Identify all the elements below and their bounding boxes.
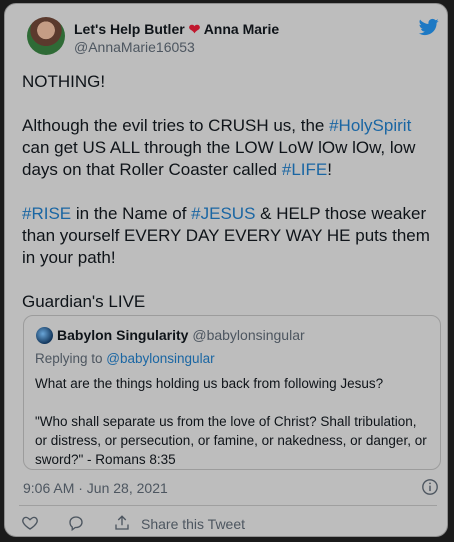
text-segment: Although the evil tries to CRUSH us, the — [22, 116, 330, 135]
text-segment: can get US ALL through the LOW LoW lOw l… — [22, 138, 416, 179]
author-name-part2: Anna Marie — [203, 21, 280, 37]
hashtag-life[interactable]: #LIFE — [282, 160, 327, 179]
quoted-tweet[interactable]: Babylon Singularity @babylonsingular Rep… — [23, 315, 441, 470]
tweet-card: Let's Help Butler ❤ Anna Marie @AnnaMari… — [4, 3, 448, 537]
quoted-author-name: Babylon Singularity — [57, 327, 189, 343]
hashtag-jesus[interactable]: #JESUS — [191, 204, 255, 223]
quoted-line-1: What are the things holding us back from… — [35, 376, 384, 391]
heart-emoji: ❤ — [188, 21, 201, 37]
text-segment: ! — [327, 160, 332, 179]
info-icon[interactable] — [421, 478, 439, 496]
tweet-paragraph-3: #RISE in the Name of #JESUS & HELP those… — [22, 203, 437, 269]
quoted-line-2: "Who shall separate us from the love of … — [35, 414, 427, 467]
tweet-paragraph-2: Although the evil tries to CRUSH us, the… — [22, 115, 437, 181]
quoted-author-handle: @babylonsingular — [192, 327, 305, 343]
replying-prefix: Replying to — [35, 351, 107, 366]
hashtag-holyspirit[interactable]: #HolySpirit — [329, 116, 411, 135]
avatar[interactable] — [27, 17, 65, 55]
author-name[interactable]: Let's Help Butler ❤ Anna Marie — [74, 21, 279, 38]
share-tweet-label[interactable]: Share this Tweet — [141, 516, 245, 532]
tweet-text: NOTHING! Although the evil tries to CRUS… — [22, 71, 437, 335]
quoted-avatar — [36, 327, 53, 344]
tweet-paragraph-1: NOTHING! — [22, 72, 106, 91]
hashtag-rise[interactable]: #RISE — [22, 204, 71, 223]
speech-bubble-icon[interactable] — [67, 514, 85, 532]
replying-to-handle[interactable]: @babylonsingular — [106, 351, 214, 366]
divider — [19, 505, 437, 506]
tweet-paragraph-4: Guardian's LIVE — [22, 292, 146, 311]
quoted-author: Babylon Singularity @babylonsingular — [57, 327, 305, 343]
replying-to: Replying to @babylonsingular — [35, 351, 215, 366]
heart-outline-icon[interactable] — [21, 514, 39, 532]
author-name-part1: Let's Help Butler — [74, 21, 185, 37]
text-segment: in the Name of — [71, 204, 192, 223]
author-handle[interactable]: @AnnaMarie16053 — [74, 39, 195, 55]
twitter-bird-icon[interactable] — [418, 17, 440, 37]
share-upload-icon[interactable] — [113, 514, 131, 532]
quoted-text: What are the things holding us back from… — [35, 374, 431, 488]
timestamp[interactable]: 9:06 AM · Jun 28, 2021 — [23, 480, 168, 496]
action-bar: Share this Tweet — [5, 513, 447, 537]
